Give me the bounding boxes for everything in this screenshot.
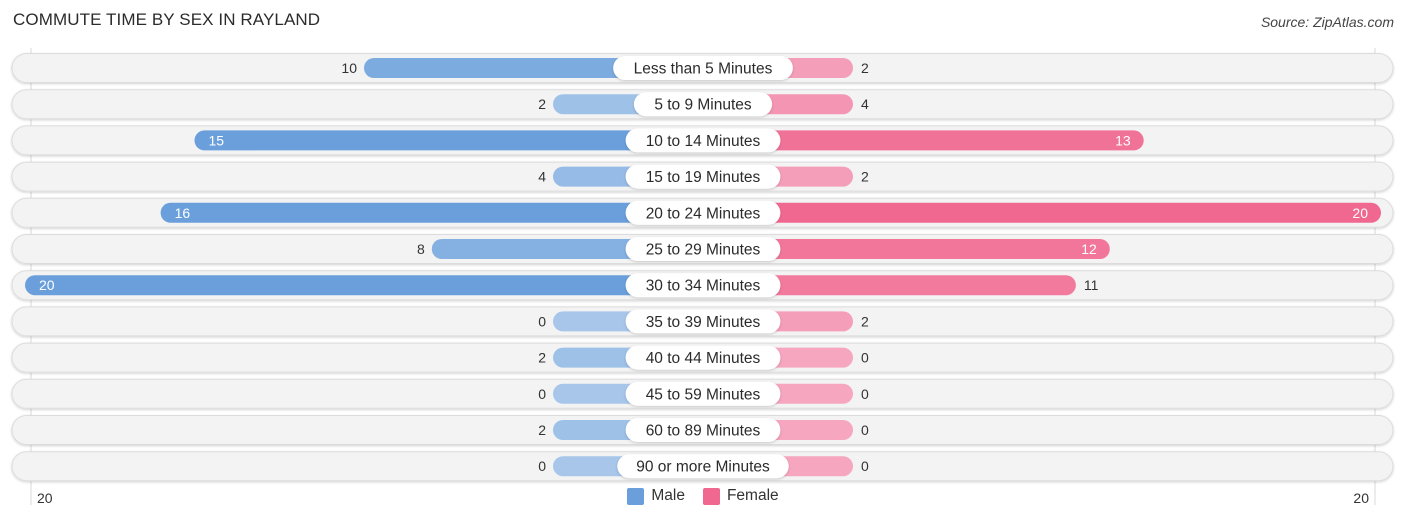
bar-row: 40 to 44 Minutes 2 0 (11, 342, 1394, 373)
male-value-label: 15 (209, 132, 225, 148)
category-label: 90 or more Minutes (636, 459, 770, 476)
male-value-label: 0 (538, 458, 546, 474)
category-label: 10 to 14 Minutes (646, 133, 761, 150)
male-value-label: 20 (39, 277, 55, 293)
bar-row: 10 to 14 Minutes 15 13 (11, 125, 1394, 156)
female-value-label: 0 (861, 422, 869, 438)
female-value-label: 13 (1115, 132, 1131, 148)
bar-row: 35 to 39 Minutes 0 2 (11, 306, 1394, 337)
female-value-label: 0 (861, 350, 869, 366)
legend-swatch-female (702, 487, 720, 505)
female-value-label: 2 (861, 60, 869, 76)
male-value-label: 2 (538, 422, 546, 438)
bar-row: 45 to 59 Minutes 0 0 (11, 378, 1394, 409)
female-value-label: 0 (861, 386, 869, 402)
male-value-label: 2 (538, 350, 546, 366)
bar-row: 60 to 89 Minutes 2 0 (11, 415, 1394, 445)
male-value-label: 16 (175, 205, 191, 221)
female-value-label: 2 (861, 169, 869, 185)
female-value-label: 20 (1352, 205, 1368, 221)
female-value-label: 4 (861, 96, 869, 112)
legend: Male Female (0, 487, 1406, 505)
male-value-label: 4 (538, 169, 546, 185)
male-value-label: 10 (341, 60, 357, 76)
legend-swatch-male (627, 487, 645, 505)
category-label: 30 to 34 Minutes (646, 278, 761, 295)
bar-row: Less than 5 Minutes 10 2 (11, 53, 1394, 83)
bar-row: 25 to 29 Minutes 8 12 (11, 234, 1394, 264)
chart: Less than 5 Minutes 10 2 5 to 9 Minutes 2 4 10… (11, 48, 1394, 506)
category-label: 45 to 59 Minutes (646, 386, 761, 403)
bar-row: 20 to 24 Minutes 16 20 (11, 197, 1394, 228)
male-value-label: 0 (538, 386, 546, 402)
category-label: 20 to 24 Minutes (646, 205, 761, 222)
category-label: Less than 5 Minutes (634, 61, 773, 78)
bar-row: 90 or more Minutes 0 0 (11, 451, 1394, 482)
legend-label-female: Female (726, 487, 779, 504)
female-value-label: 11 (1084, 277, 1099, 293)
female-value-label: 12 (1081, 241, 1097, 257)
male-value-label: 8 (417, 241, 425, 257)
legend-item-female[interactable]: Female (702, 487, 779, 505)
male-bar[interactable] (25, 275, 703, 296)
male-value-label: 0 (538, 313, 546, 329)
category-label: 40 to 44 Minutes (646, 350, 761, 367)
category-label: 60 to 89 Minutes (646, 423, 761, 440)
bar-row: 5 to 9 Minutes 2 4 (11, 89, 1394, 120)
female-value-label: 0 (861, 458, 869, 474)
bar-row: 30 to 34 Minutes 20 11 (11, 270, 1394, 301)
male-bar[interactable] (160, 202, 704, 223)
category-label: 5 to 9 Minutes (654, 97, 752, 114)
bar-row: 15 to 19 Minutes 4 2 (11, 161, 1394, 192)
category-label: 35 to 39 Minutes (646, 314, 761, 331)
female-value-label: 2 (861, 313, 869, 329)
male-value-label: 2 (538, 96, 546, 112)
legend-label-male: Male (651, 487, 685, 504)
female-bar[interactable] (703, 202, 1381, 223)
category-label: 25 to 29 Minutes (646, 242, 761, 259)
category-label: 15 to 19 Minutes (646, 169, 761, 186)
legend-item-male[interactable]: Male (627, 487, 685, 505)
